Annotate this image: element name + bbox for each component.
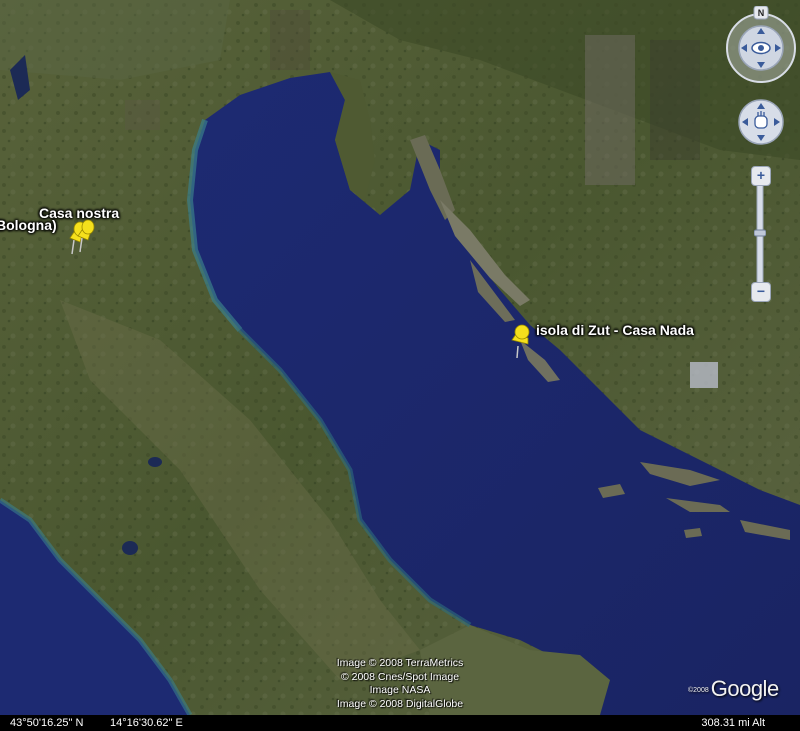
imagery-tile — [585, 35, 635, 185]
credit-line: © 2008 Cnes/Spot Image — [340, 670, 460, 683]
latitude-readout: 43°50'16.25" N — [10, 717, 84, 729]
pushpin-icon[interactable] — [508, 324, 534, 360]
zoom-slider[interactable] — [753, 167, 767, 299]
logo-text: Google — [710, 676, 779, 701]
minus-icon[interactable]: − — [751, 282, 771, 302]
google-logo: ©2008Google — [688, 676, 779, 702]
credit-line: Image © 2008 DigitalGlobe — [336, 697, 464, 710]
placemark-sublabel-bologna: Bologna) — [0, 217, 57, 233]
north-label[interactable]: N — [758, 8, 765, 18]
status-bar: 43°50'16.25" N 14°16'30.62" E 308.31 mi … — [0, 715, 800, 731]
lake — [148, 457, 162, 467]
lake — [122, 541, 138, 555]
imagery-tile — [690, 362, 718, 388]
satellite-map[interactable] — [0, 0, 800, 715]
logo-copyright: ©2008 — [688, 686, 709, 694]
placemark-label-isola-di-zut[interactable]: isola di Zut - Casa Nada — [536, 322, 694, 338]
altitude-readout: 308.31 mi Alt — [701, 717, 765, 729]
zoom-slider-thumb[interactable] — [753, 229, 767, 237]
imagery-tile — [650, 40, 700, 160]
longitude-readout: 14°16'30.62" E — [110, 717, 183, 729]
move-control[interactable] — [737, 98, 785, 146]
imagery-tile — [270, 10, 310, 70]
eye-icon — [751, 41, 771, 55]
credit-line: Image © 2008 TerraMetrics — [336, 657, 464, 669]
imagery-credits: Image © 2008 TerraMetrics © 2008 Cnes/Sp… — [300, 657, 500, 711]
pushpin-icon[interactable] — [74, 218, 100, 254]
plus-icon[interactable]: + — [751, 166, 771, 186]
credit-line: Image NASA — [369, 684, 431, 696]
imagery-tile — [125, 100, 160, 130]
look-control[interactable]: N — [724, 6, 798, 86]
